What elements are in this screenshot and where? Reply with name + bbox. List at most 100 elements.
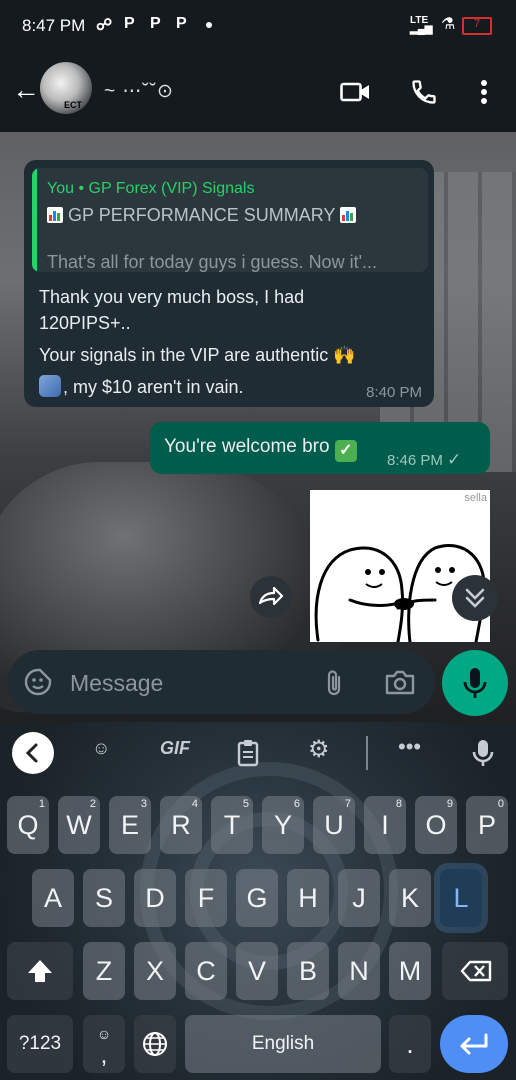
chat-header: ← ECT ~ ⋯˘˘⊙ [0,52,516,132]
key-s[interactable]: S [83,869,125,927]
message-time: 8:46 PM ✓ [387,450,462,469]
outgoing-message[interactable]: You're welcome bro ✓ 8:46 PM ✓ [150,422,490,474]
key-m[interactable]: M [389,942,431,1000]
enter-arrow-icon [460,1033,488,1055]
key-r[interactable]: 4R [160,796,202,854]
message-text: You're welcome bro ✓ [164,436,357,462]
key-u[interactable]: 7U [313,796,355,854]
quote-bar [32,168,37,272]
delivered-tick-icon: ✓ [447,450,462,469]
key-o[interactable]: 9O [415,796,457,854]
more-notifications-dot [206,22,212,28]
sticker-icon[interactable]: ☺ [92,738,110,768]
shift-key[interactable] [7,942,73,1000]
bar-chart-icon [47,207,63,223]
attach-icon[interactable] [322,668,346,698]
key-d[interactable]: D [134,869,176,927]
settings-gear-icon[interactable]: ⚙ [308,735,330,765]
double-chevron-down-icon [465,588,485,608]
message-line: Your signals in the VIP are authentic 🙌 [39,345,356,365]
bar-chart-icon [340,207,357,223]
key-h[interactable]: H [287,869,329,927]
collapse-toolbar-button[interactable] [12,732,54,774]
sticker-watermark: sella [464,492,487,504]
key-i[interactable]: 8I [364,796,406,854]
message-composer[interactable]: Message [8,650,435,714]
more-horizontal-icon[interactable]: ••• [398,734,421,764]
key-k[interactable]: K [389,869,431,927]
voice-record-button[interactable] [442,650,508,716]
scroll-to-bottom-button[interactable] [452,575,498,621]
status-time: 8:47 PM [22,16,86,35]
quoted-message[interactable]: You • GP Forex (VIP) Signals GP PERFORMA… [32,168,428,272]
quoted-title: GP PERFORMANCE SUMMARY [47,205,357,226]
message-line: , my $10 aren't in vain. [63,377,244,397]
p-icon: P [150,15,161,32]
clipboard-icon[interactable] [236,739,260,767]
period-key[interactable]: . [389,1015,431,1073]
more-options-icon[interactable] [476,78,492,106]
camera-icon[interactable] [384,668,416,696]
key-g[interactable]: G [236,869,278,927]
message-line: Thank you very much boss, I had [39,287,305,307]
voice-input-icon[interactable] [472,738,494,768]
key-y[interactable]: 6Y [262,796,304,854]
keyboard-toolbar: ☺ GIF ⚙ ••• [0,722,516,784]
comma-label: , [100,1042,108,1069]
key-j[interactable]: J [338,869,380,927]
message-input[interactable]: Message [70,670,163,697]
key-z[interactable]: Z [83,942,125,1000]
forward-icon [258,586,284,606]
key-p[interactable]: 0P [466,796,508,854]
flask-icon: ⚗ [441,16,456,33]
message-line: 120PIPS+.. [39,313,131,333]
back-arrow-icon[interactable]: ← [12,74,40,106]
message-text: Thank you very much boss, I had 120PIPS+… [39,284,419,400]
key-t[interactable]: 5T [211,796,253,854]
key-n[interactable]: N [338,942,380,1000]
key-f[interactable]: F [185,869,227,927]
emoji-comma-key[interactable]: ☺ , [83,1015,125,1073]
signal-lte-icon: LTE ▂▄▆ [410,15,433,35]
key-q[interactable]: 1Q [7,796,49,854]
spacebar[interactable]: English [185,1015,381,1073]
forward-button[interactable] [250,576,292,618]
check-mark-emoji-icon: ✓ [334,440,357,462]
battery-icon: 7 [462,17,492,35]
battery-level: 7 [473,18,481,30]
status-bar: 8:47 PM ☍ P P P LTE ▂▄▆ ⚗ 7 [0,0,516,52]
keyboard: ☺ GIF ⚙ ••• 1Q 2W 3E 4R 5T 6Y 7U 8I 9O 0… [0,722,516,1080]
key-b[interactable]: B [287,942,329,1000]
key-a[interactable]: A [32,869,74,927]
symbols-key[interactable]: ?123 [7,1015,73,1073]
key-e[interactable]: 3E [109,796,151,854]
backspace-key[interactable] [442,942,508,1000]
enter-key[interactable] [440,1015,508,1073]
key-v[interactable]: V [236,942,278,1000]
avatar-text: ECT [64,100,82,110]
phone-icon[interactable] [410,78,438,106]
quoted-body: That's all for today guys i guess. Now i… [47,252,378,272]
contact-name[interactable]: ~ ⋯˘˘⊙ [104,80,174,103]
globe-icon [143,1032,167,1056]
gif-button[interactable]: GIF [160,738,190,768]
language-key[interactable] [134,1015,176,1073]
avatar[interactable]: ECT [40,62,92,114]
key-x[interactable]: X [134,942,176,1000]
microphone-icon [463,668,487,698]
shift-arrow-icon [28,960,52,982]
chat-bubbles-icon: ☍ [96,17,113,34]
key-l[interactable]: L [440,869,482,927]
backspace-icon [460,960,492,982]
key-w[interactable]: 2W [58,796,100,854]
p-icon: P [176,15,187,32]
quoted-author: You • GP Forex (VIP) Signals [47,180,255,197]
message-time: 8:40 PM [366,384,422,401]
key-c[interactable]: C [185,942,227,1000]
person-emoji-icon [39,375,61,397]
chevron-left-icon [25,743,38,763]
p-icon: P [124,15,135,32]
video-call-icon[interactable] [340,82,370,102]
sticker-emoji-icon[interactable] [24,668,52,696]
incoming-message[interactable]: You • GP Forex (VIP) Signals GP PERFORMA… [24,160,434,407]
